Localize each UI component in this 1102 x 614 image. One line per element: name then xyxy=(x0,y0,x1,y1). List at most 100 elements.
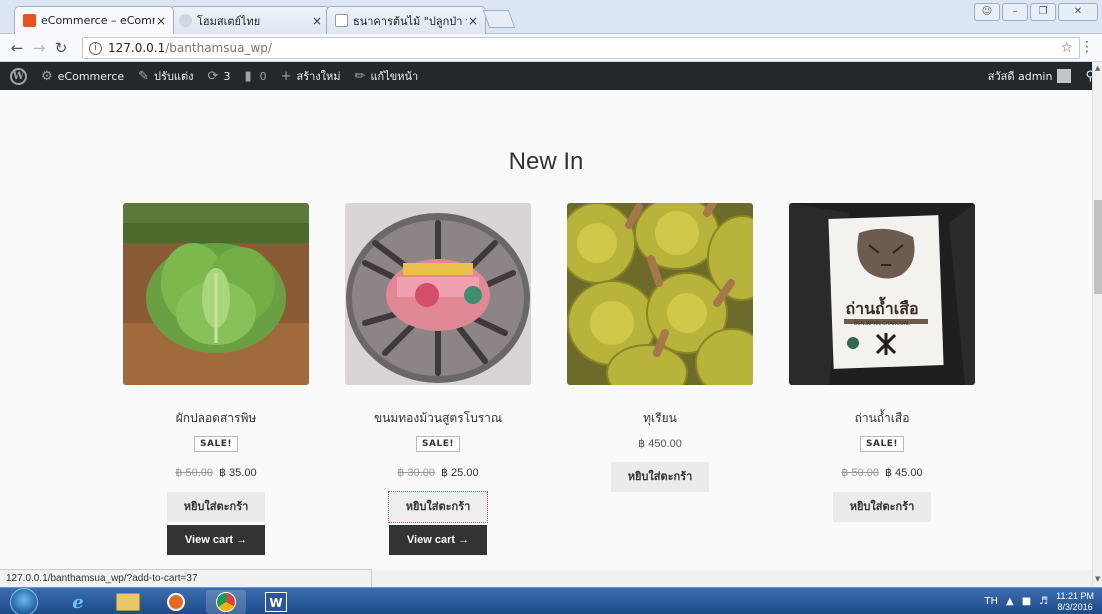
wordpress-logo-icon[interactable]: W xyxy=(0,62,34,90)
tab-close-icon[interactable]: × xyxy=(155,14,167,28)
updates-icon: ⟳ xyxy=(207,68,219,84)
old-price: ฿ 30.00 xyxy=(397,467,435,479)
product-image[interactable] xyxy=(123,203,309,385)
tab-homestay[interactable]: โฮมสเตย์ไทย × xyxy=(170,6,330,34)
product-card: ขนมทองม้วนสูตรโบราณ SALE! ฿ 30.00 ฿ 25.00… xyxy=(345,203,531,555)
system-tray: TH ▲ ■ ♬ 11:21 PM 8/3/2016 xyxy=(984,588,1094,614)
new-content-link[interactable]: + สร้างใหม่ xyxy=(274,62,348,90)
sale-badge: SALE! xyxy=(860,436,904,452)
tab-tree-bank[interactable]: ธนาคารต้นไม้ "ปลูกป่า ปลูก × xyxy=(326,6,486,34)
url-host: 127.0.0.1 xyxy=(108,41,166,55)
wp-admin-bar: W ⚙ eCommerce ✎ ปรับแต่ง ⟳ 3 ▮ 0 + สร้างใหม่ … xyxy=(0,62,1102,90)
scroll-down-arrow-icon[interactable]: ▼ xyxy=(1095,575,1100,583)
chrome-menu-icon[interactable]: ⋮ xyxy=(1080,39,1094,55)
minimize-button[interactable]: – xyxy=(1002,3,1028,21)
product-card: ถ่านถ้ำเสือ BENJAPHN CHARCOAL ถ่านถ้ำเสื… xyxy=(789,203,975,522)
add-to-cart-button[interactable]: หยิบใส่ตะกร้า xyxy=(833,492,931,522)
account-link[interactable]: สวัสดี admin xyxy=(981,62,1079,90)
globe-favicon-icon xyxy=(179,14,192,27)
browser-tabstrip: eCommerce – eCommerc × โฮมสเตย์ไทย × ธนา… xyxy=(0,0,1102,34)
old-price: ฿ 50.00 xyxy=(841,467,879,479)
customize-link[interactable]: ✎ ปรับแต่ง xyxy=(131,62,200,90)
browser-toolbar: ← → ↻ i 127.0.0.1 /banthamsua_wp/ ☆ ⋮ xyxy=(0,34,1102,62)
url-path: /banthamsua_wp/ xyxy=(165,41,272,55)
tab-title: ธนาคารต้นไม้ "ปลูกป่า ปลูก xyxy=(353,14,467,28)
product-price: ฿ 50.00 ฿ 45.00 xyxy=(789,466,975,479)
window-controls: ☺ – ❐ ✕ xyxy=(974,3,1098,21)
product-price: ฿ 30.00 ฿ 25.00 xyxy=(345,466,531,479)
reload-icon[interactable]: ↻ xyxy=(50,39,72,57)
sale-badge: SALE! xyxy=(416,436,460,452)
sale-badge: SALE! xyxy=(194,436,238,452)
product-name[interactable]: ผักปลอดสารพิษ xyxy=(123,409,309,428)
view-cart-button[interactable]: View cart → xyxy=(167,525,265,555)
woocommerce-favicon-icon xyxy=(23,14,36,27)
clock-time: 11:21 PM xyxy=(1056,590,1094,601)
product-image[interactable] xyxy=(567,203,753,385)
new-tab-button[interactable] xyxy=(482,10,516,28)
status-url-bubble: 127.0.0.1/banthamsua_wp/?add-to-cart=37 xyxy=(0,569,372,587)
chrome-taskbar-icon[interactable] xyxy=(206,590,246,614)
section-title: New In xyxy=(508,148,584,175)
avatar xyxy=(1057,69,1072,83)
add-to-cart-button[interactable]: หยิบใส่ตะกร้า xyxy=(611,462,709,492)
word-icon[interactable]: W xyxy=(256,590,296,614)
comments-link[interactable]: ▮ 0 xyxy=(237,62,273,90)
product-name[interactable]: ถ่านถ้ำเสือ xyxy=(789,409,975,428)
product-card: ผักปลอดสารพิษ SALE! ฿ 50.00 ฿ 35.00 หยิบใ… xyxy=(123,203,309,555)
info-icon[interactable]: i xyxy=(89,41,102,55)
sale-price: ฿ 35.00 xyxy=(219,467,257,479)
site-name-link[interactable]: ⚙ eCommerce xyxy=(34,62,131,90)
page-scrollbar[interactable]: ▲ ▼ xyxy=(1092,62,1102,585)
comment-icon: ▮ xyxy=(244,68,252,84)
old-price: ฿ 50.00 xyxy=(175,467,213,479)
product-image-label: ถ่านถ้ำเสือ xyxy=(845,299,919,318)
pencil-icon: ✏ xyxy=(354,68,366,84)
bookmark-star-icon[interactable]: ☆ xyxy=(1060,40,1073,56)
tab-close-icon[interactable]: × xyxy=(467,14,479,28)
clock-date: 8/3/2016 xyxy=(1057,601,1093,612)
product-price: ฿ 50.00 ฿ 35.00 xyxy=(123,466,309,479)
scrollbar-thumb[interactable] xyxy=(1094,200,1102,294)
media-player-icon[interactable] xyxy=(156,590,196,614)
add-to-cart-button[interactable]: หยิบใส่ตะกร้า xyxy=(167,492,265,522)
address-bar[interactable]: i 127.0.0.1 /banthamsua_wp/ ☆ xyxy=(82,37,1080,59)
add-to-cart-button[interactable]: หยิบใส่ตะกร้า xyxy=(388,491,488,523)
product-price: ฿ 450.00 xyxy=(638,438,682,450)
user-profile-icon[interactable]: ☺ xyxy=(974,3,1000,21)
page-content: New In ผักปลอดสารพิษ SALE! ฿ 50.00 ฿ 35.0… xyxy=(0,90,1092,570)
product-card: ทุเรียน ฿ 450.00 หยิบใส่ตะกร้า xyxy=(567,203,753,492)
tab-title: eCommerce – eCommerc xyxy=(41,14,155,27)
product-image-sublabel: BENJAPHN CHARCOAL xyxy=(854,321,910,327)
speaker-icon[interactable]: ♬ xyxy=(1039,596,1048,607)
tab-ecommerce[interactable]: eCommerce – eCommerc × xyxy=(14,6,174,34)
edit-page-link[interactable]: ✏ แก้ไขหน้า xyxy=(348,62,426,90)
brush-icon: ✎ xyxy=(138,68,150,84)
language-indicator[interactable]: TH xyxy=(984,596,998,607)
product-name[interactable]: ทุเรียน xyxy=(567,409,753,428)
page-favicon-icon xyxy=(335,14,348,27)
back-arrow-icon[interactable]: ← xyxy=(6,39,28,57)
dashboard-icon: ⚙ xyxy=(41,68,53,84)
tray-expand-icon[interactable]: ▲ xyxy=(1006,596,1014,607)
updates-link[interactable]: ⟳ 3 xyxy=(201,62,238,90)
plus-icon: + xyxy=(280,68,292,84)
forward-arrow-icon[interactable]: → xyxy=(28,39,50,57)
clock[interactable]: 11:21 PM 8/3/2016 xyxy=(1056,591,1094,613)
product-image[interactable] xyxy=(345,203,531,385)
scroll-up-arrow-icon[interactable]: ▲ xyxy=(1095,64,1100,72)
network-icon[interactable]: ■ xyxy=(1022,596,1031,607)
internet-explorer-icon[interactable]: e xyxy=(58,590,98,614)
start-button[interactable] xyxy=(10,588,38,614)
view-cart-button[interactable]: View cart → xyxy=(389,525,487,555)
tab-close-icon[interactable]: × xyxy=(311,14,323,28)
sale-price: ฿ 25.00 xyxy=(441,467,479,479)
tab-title: โฮมสเตย์ไทย xyxy=(197,14,261,28)
file-explorer-icon[interactable] xyxy=(108,590,148,614)
windows-taskbar: e W TH ▲ ■ ♬ 11:21 PM 8/3/2016 xyxy=(0,587,1102,614)
close-window-button[interactable]: ✕ xyxy=(1058,3,1098,21)
maximize-button[interactable]: ❐ xyxy=(1030,3,1056,21)
product-name[interactable]: ขนมทองม้วนสูตรโบราณ xyxy=(345,409,531,428)
product-image[interactable]: ถ่านถ้ำเสือ BENJAPHN CHARCOAL xyxy=(789,203,975,385)
sale-price: ฿ 45.00 xyxy=(885,467,923,479)
